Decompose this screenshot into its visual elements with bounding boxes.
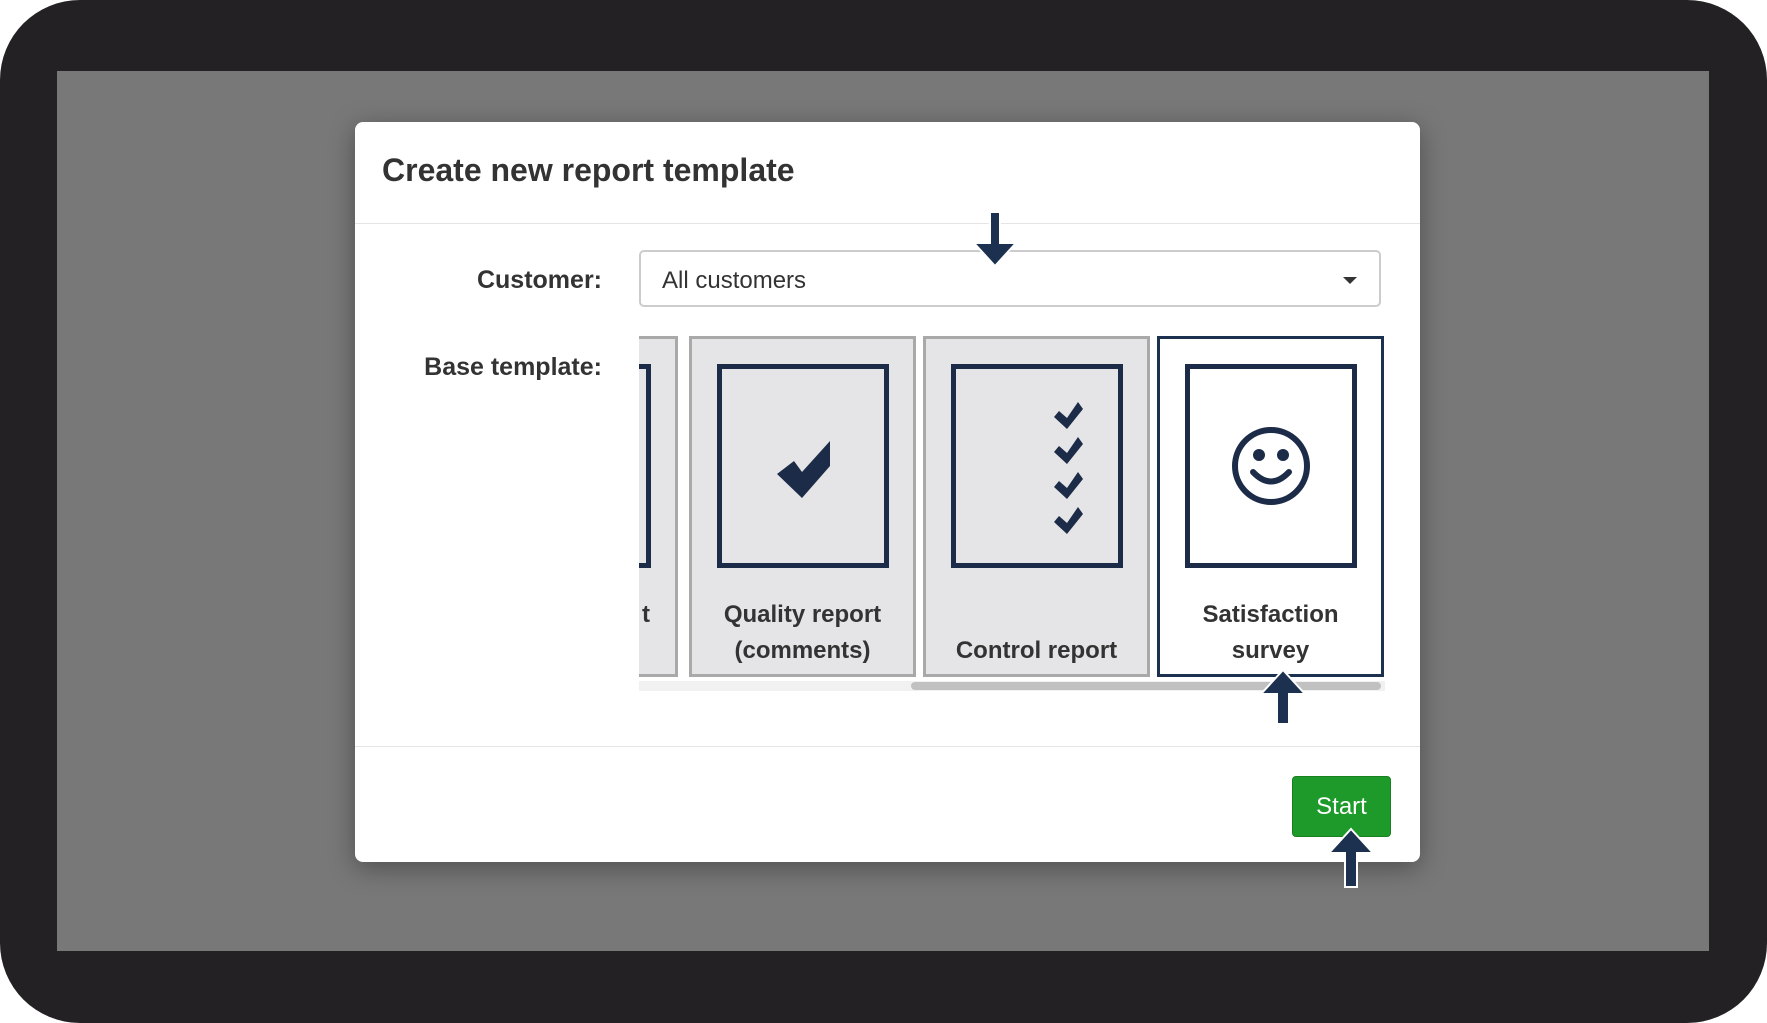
screen-backdrop: Create new report template Customer: All… <box>57 71 1709 951</box>
template-card-label: t <box>642 601 650 628</box>
caret-down-icon <box>1343 277 1357 284</box>
device-frame: Create new report template Customer: All… <box>0 0 1767 1023</box>
smiley-face-icon <box>1185 364 1357 568</box>
dialog-header: Create new report template <box>355 122 1420 224</box>
template-card-label: Satisfaction survey <box>1160 597 1381 669</box>
template-carousel[interactable]: t Quality report (comments) Control repo… <box>639 336 1385 692</box>
checkmark-icon <box>717 364 889 568</box>
label-line: Satisfaction <box>1202 601 1339 628</box>
arrow-down-icon <box>971 211 1019 268</box>
template-card-partial[interactable]: t <box>639 336 678 677</box>
customer-select-value: All customers <box>662 267 807 294</box>
carousel-scrollbar-thumb[interactable] <box>911 682 1381 690</box>
dialog-footer-divider <box>355 746 1420 747</box>
label-line: (comments) <box>734 637 871 664</box>
label-line: survey <box>1231 637 1310 664</box>
arrow-up-icon <box>1326 827 1376 888</box>
template-card-control-report[interactable]: Control report <box>923 336 1150 677</box>
template-card-label: Quality report (comments) <box>692 597 913 669</box>
partial-card-icon <box>639 364 651 568</box>
template-card-satisfaction-survey[interactable]: Satisfaction survey <box>1157 336 1384 677</box>
template-card-quality-report-comments[interactable]: Quality report (comments) <box>689 336 916 677</box>
base-template-label: Base template: <box>424 353 602 381</box>
checklist-icon <box>951 364 1123 568</box>
dialog-title: Create new report template <box>382 152 795 188</box>
create-template-dialog: Create new report template Customer: All… <box>355 122 1420 862</box>
customer-label: Customer: <box>476 266 602 294</box>
label-line: Quality report <box>723 601 882 628</box>
arrow-up-icon <box>1258 668 1308 725</box>
template-card-label: Control report <box>955 637 1118 664</box>
